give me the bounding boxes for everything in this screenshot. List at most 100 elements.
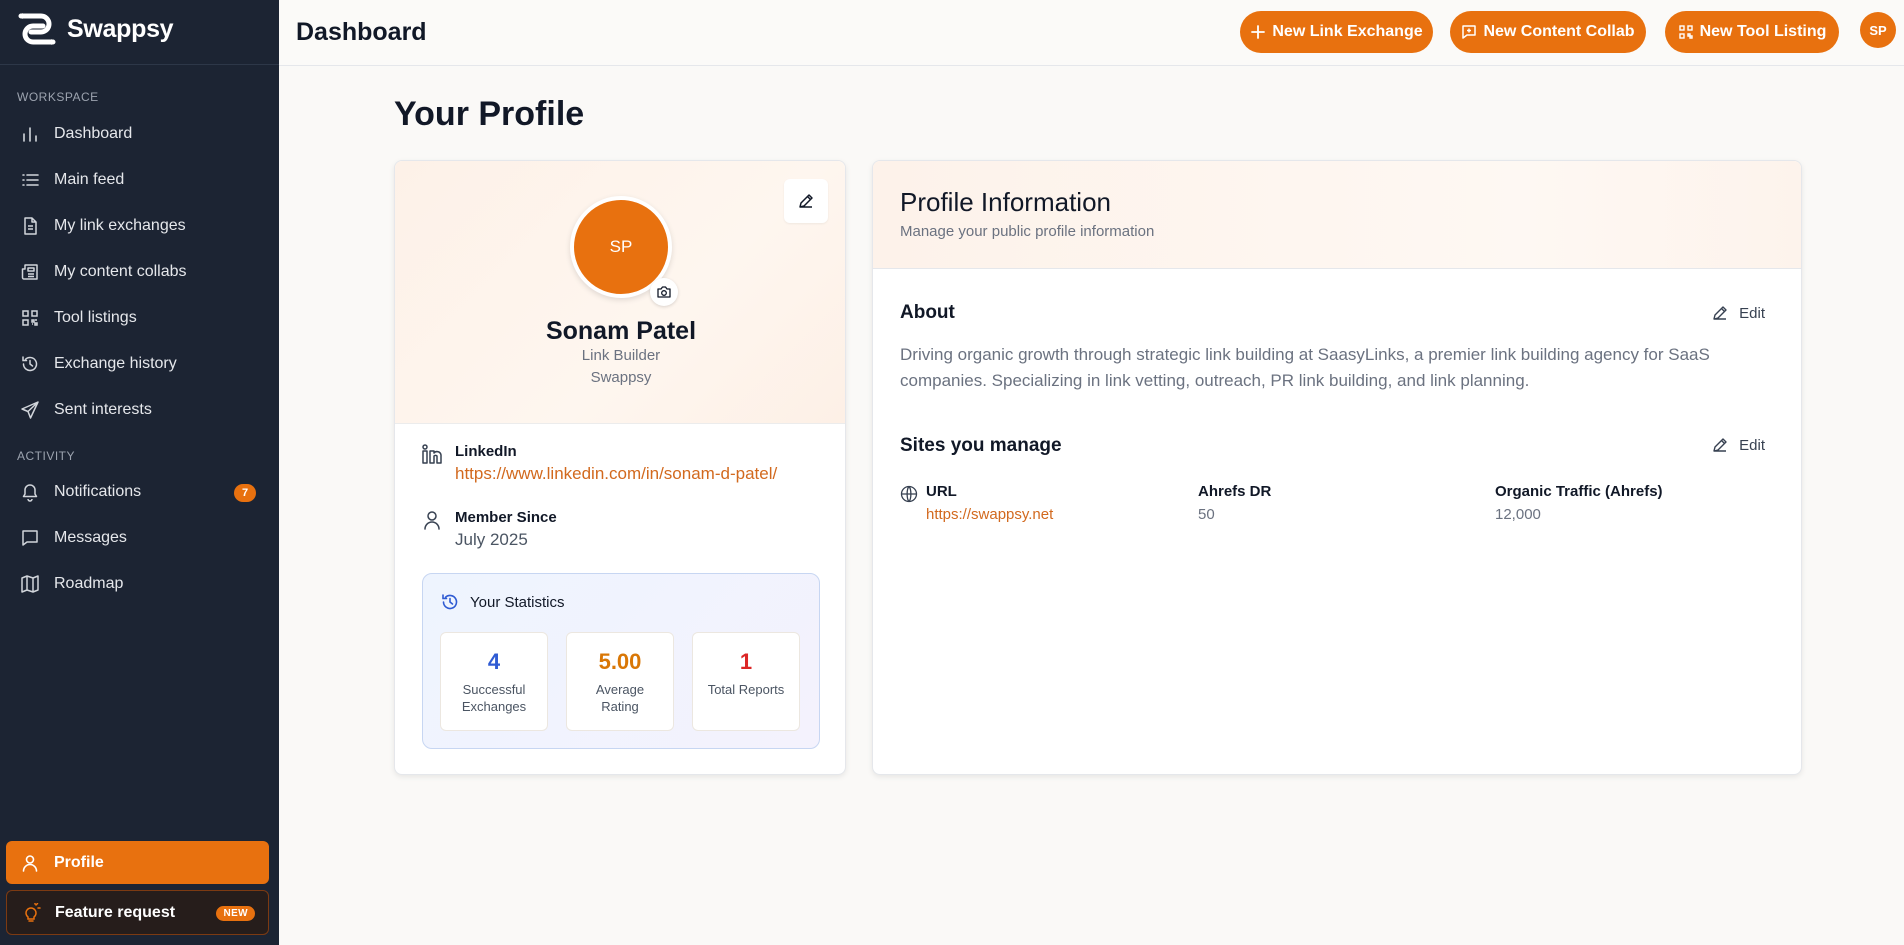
edit-about-button[interactable]: Edit (1711, 304, 1765, 322)
top-bar: Dashboard New Link Exchange New Content … (279, 0, 1904, 66)
about-title: About (900, 302, 955, 323)
change-photo-button[interactable] (650, 278, 678, 306)
sidebar-item-dashboard[interactable]: Dashboard (6, 114, 269, 154)
site-dr-value: 50 (1198, 506, 1215, 523)
stat-label: Average Rating (595, 682, 645, 714)
map-icon (21, 575, 39, 593)
site-column-header: Ahrefs DR (1198, 483, 1272, 500)
site-dr-column: Ahrefs DR 50 (1198, 483, 1271, 523)
sidebar-item-label: Messages (54, 529, 127, 546)
sidebar-item-tool-listings[interactable]: Tool listings (6, 298, 269, 338)
sidebar-item-label: Roadmap (54, 575, 124, 592)
statistics-header: Your Statistics (440, 592, 565, 612)
sidebar-item-sent-interests[interactable]: Sent interests (6, 390, 269, 430)
sidebar-item-label: My content collabs (54, 263, 187, 280)
bell-icon (22, 484, 38, 502)
sidebar-item-roadmap[interactable]: Roadmap (6, 564, 269, 604)
site-traffic-column: Organic Traffic (Ahrefs) 12,000 (1495, 483, 1663, 523)
sidebar-item-profile[interactable]: Profile (6, 841, 269, 884)
edit-label: Edit (1739, 436, 1765, 454)
activity-section-label: ACTIVITY (17, 449, 76, 463)
stat-label: Total Reports (707, 682, 785, 697)
sidebar-item-label: Notifications (54, 483, 142, 500)
profile-information-title: Profile Information (900, 187, 1111, 217)
send-icon (21, 401, 39, 419)
lightbulb-icon (25, 902, 41, 922)
sidebar-item-label: Sent interests (54, 401, 152, 418)
page-title: Your Profile (394, 95, 585, 133)
linkedin-link[interactable]: https://www.linkedin.com/in/sonam-d-pate… (455, 464, 777, 484)
qr-grid-icon (1678, 25, 1693, 39)
stat-label: Successful Exchanges (461, 682, 527, 714)
plus-icon (1251, 25, 1266, 39)
sidebar-item-main-feed[interactable]: Main feed (6, 160, 269, 200)
new-link-exchange-button[interactable]: New Link Exchange (1240, 11, 1433, 53)
newspaper-icon (21, 264, 38, 280)
site-url-link[interactable]: https://swappsy.net (926, 506, 1053, 523)
sidebar: Swappsy WORKSPACE Dashboard Main feed My… (0, 0, 279, 945)
linkedin-row: LinkedIn https://www.linkedin.com/in/son… (421, 443, 777, 484)
member-since-label: Member Since (455, 509, 557, 526)
pencil-icon (799, 194, 813, 208)
edit-sites-button[interactable]: Edit (1711, 436, 1765, 454)
sites-title: Sites you manage (900, 435, 1062, 456)
sidebar-item-notifications[interactable]: Notifications 7 (6, 472, 269, 512)
camera-icon (657, 286, 671, 298)
profile-name: Sonam Patel (545, 317, 697, 345)
new-badge: NEW (216, 906, 255, 921)
linkedin-label: LinkedIn (455, 443, 517, 460)
sidebar-item-label: Exchange history (54, 355, 177, 372)
sidebar-item-label: Main feed (54, 171, 125, 188)
new-content-collab-button[interactable]: New Content Collab (1450, 11, 1646, 53)
button-label: New Link Exchange (1272, 23, 1423, 40)
pencil-icon (1713, 438, 1727, 452)
logo-divider (0, 64, 279, 65)
profile-company: Swappsy (590, 369, 652, 386)
user-icon (424, 511, 440, 530)
profile-hero: SP Sonam Patel Link Builder Swappsy (395, 161, 845, 424)
site-url-column: URL https://swappsy.net (926, 483, 1053, 523)
sidebar-item-label: Profile (54, 853, 104, 871)
profile-information-card: Profile Information Manage your public p… (872, 160, 1802, 775)
qr-grid-icon (22, 310, 38, 326)
site-traffic-value: 12,000 (1495, 506, 1541, 523)
profile-information-subtitle: Manage your public profile information (900, 223, 1155, 240)
app-name: Swappsy (67, 14, 174, 43)
sidebar-item-link-exchanges[interactable]: My link exchanges (6, 206, 269, 246)
stat-value: 5.00 (598, 649, 642, 674)
stat-value: 4 (487, 649, 501, 674)
history-icon (22, 356, 38, 372)
globe-icon (900, 485, 918, 503)
bar-chart-icon (23, 127, 37, 142)
message-icon (22, 530, 38, 546)
workspace-section-label: WORKSPACE (17, 90, 99, 104)
statistics-title: Your Statistics (470, 593, 565, 611)
new-tool-listing-button[interactable]: New Tool Listing (1665, 11, 1839, 53)
swappsy-logo-icon (18, 13, 56, 45)
history-icon (442, 594, 458, 610)
sidebar-item-exchange-history[interactable]: Exchange history (6, 344, 269, 384)
edit-label: Edit (1739, 304, 1765, 322)
member-since-row: Member Since July 2025 (421, 509, 557, 550)
user-icon (22, 854, 38, 872)
stat-average-rating: 5.00 Average Rating (566, 632, 674, 731)
sidebar-item-label: Tool listings (54, 309, 137, 326)
sidebar-item-label: Dashboard (54, 125, 133, 142)
edit-profile-button[interactable] (784, 179, 828, 223)
sidebar-item-content-collabs[interactable]: My content collabs (6, 252, 269, 292)
user-avatar[interactable]: SP (1860, 12, 1896, 48)
notifications-count-badge: 7 (234, 484, 256, 502)
member-since-value: July 2025 (455, 530, 528, 549)
sidebar-item-messages[interactable]: Messages (6, 518, 269, 558)
linkedin-icon (422, 444, 442, 464)
stat-value: 1 (739, 649, 753, 674)
app-logo[interactable]: Swappsy (15, 12, 174, 46)
site-column-header: URL (926, 483, 957, 500)
stat-total-reports: 1 Total Reports (692, 632, 800, 731)
profile-role: Link Builder (581, 347, 661, 364)
sidebar-item-feature-request[interactable]: Feature request NEW (6, 890, 269, 935)
about-text: Driving organic growth through strategic… (900, 345, 1710, 390)
sidebar-item-label: My link exchanges (54, 217, 186, 234)
profile-card: SP Sonam Patel Link Builder Swappsy Link… (394, 160, 846, 775)
sidebar-item-label: Feature request (55, 903, 176, 921)
